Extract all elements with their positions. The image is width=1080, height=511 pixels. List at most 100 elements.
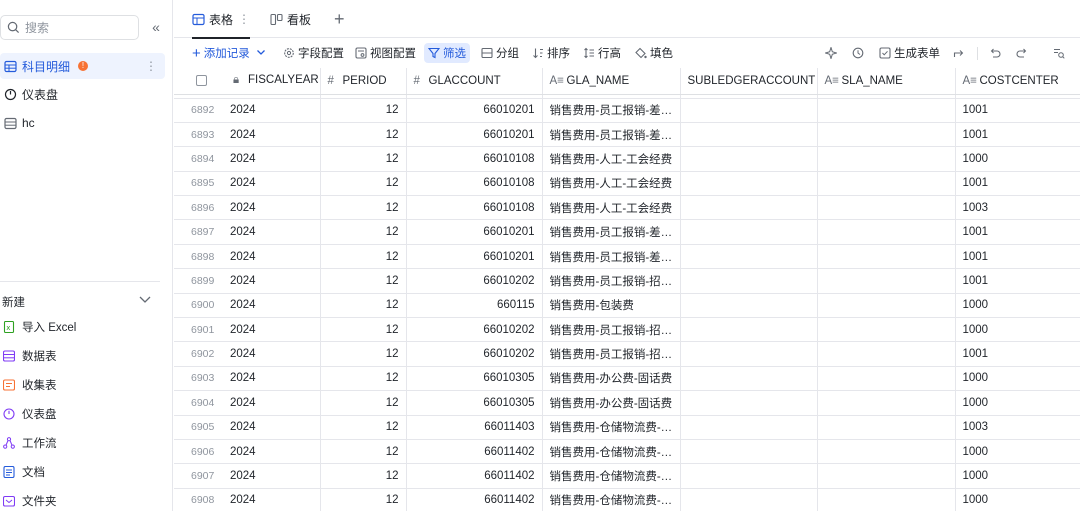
cell-fiscalyear[interactable]: 2024 bbox=[223, 415, 321, 440]
table-row[interactable]: 6901 2024 12 66010202 销售费用-员工报销-招待... 1000 bbox=[174, 317, 1080, 343]
cell-period[interactable]: 12 bbox=[320, 439, 407, 465]
cell-costcenter[interactable]: 1001 bbox=[955, 122, 1080, 148]
cell-sla-name[interactable] bbox=[817, 341, 956, 367]
cell-period[interactable]: 12 bbox=[320, 463, 407, 489]
column-header-subledgeraccount[interactable]: SUBLEDGERACCOUNT bbox=[680, 68, 818, 95]
cell-gla-name[interactable]: 销售费用-员工报销-差旅... bbox=[542, 122, 681, 148]
cell-fiscalyear[interactable]: 2024 bbox=[223, 293, 321, 319]
chevron-down-icon[interactable] bbox=[256, 47, 266, 60]
cell-costcenter[interactable]: 1001 bbox=[955, 171, 1080, 197]
new-dashboard[interactable]: 仪表盘 bbox=[3, 404, 57, 424]
cell-sla-name[interactable] bbox=[817, 195, 956, 221]
cell-sla-name[interactable] bbox=[817, 463, 956, 489]
cell-costcenter[interactable]: 1001 bbox=[955, 268, 1080, 294]
cell-subledgeraccount[interactable] bbox=[680, 293, 818, 319]
column-header-costcenter[interactable]: A≡ COSTCENTER bbox=[955, 68, 1080, 95]
sidebar-item-hc[interactable]: hc bbox=[0, 110, 165, 136]
cell-subledgeraccount[interactable] bbox=[680, 219, 818, 245]
cell-period[interactable]: 12 bbox=[320, 415, 407, 440]
cell-fiscalyear[interactable]: 2024 bbox=[223, 463, 321, 489]
table-row[interactable]: 6892 2024 12 66010201 销售费用-员工报销-差旅... 1001 bbox=[174, 98, 1080, 123]
cell-glaccount[interactable]: 66010201 bbox=[406, 244, 543, 270]
table-row[interactable]: 6906 2024 12 66011402 销售费用-仓储物流费-出... 1000 bbox=[174, 439, 1080, 465]
generate-form-button[interactable]: 生成表单 bbox=[879, 43, 940, 63]
cell-period[interactable]: 12 bbox=[320, 317, 407, 343]
cell-gla-name[interactable]: 销售费用-员工报销-招待... bbox=[542, 317, 681, 343]
cell-period[interactable]: 12 bbox=[320, 195, 407, 221]
cell-glaccount[interactable]: 66010202 bbox=[406, 268, 543, 294]
cell-subledgeraccount[interactable] bbox=[680, 415, 818, 440]
table-row[interactable]: 6907 2024 12 66011402 销售费用-仓储物流费-出... 1000 bbox=[174, 463, 1080, 489]
cell-fiscalyear[interactable]: 2024 bbox=[223, 98, 321, 123]
cell-fiscalyear[interactable]: 2024 bbox=[223, 439, 321, 465]
cell-sla-name[interactable] bbox=[817, 390, 956, 416]
cell-fiscalyear[interactable]: 2024 bbox=[223, 244, 321, 270]
cell-fiscalyear[interactable]: 2024 bbox=[223, 366, 321, 392]
cell-subledgeraccount[interactable] bbox=[680, 390, 818, 416]
more-icon[interactable]: ⋮ bbox=[145, 59, 157, 73]
find-icon[interactable] bbox=[1051, 43, 1067, 63]
new-datatable[interactable]: 数据表 bbox=[3, 346, 57, 366]
cell-costcenter[interactable]: 1000 bbox=[955, 317, 1080, 343]
cell-glaccount[interactable]: 66011402 bbox=[406, 439, 543, 465]
cell-subledgeraccount[interactable] bbox=[680, 268, 818, 294]
table-row[interactable]: 6895 2024 12 66010108 销售费用-人工-工会经费 1001 bbox=[174, 171, 1080, 197]
table-row[interactable]: 6897 2024 12 66010201 销售费用-员工报销-差旅... 1001 bbox=[174, 219, 1080, 245]
cell-sla-name[interactable] bbox=[817, 146, 956, 172]
cell-fiscalyear[interactable]: 2024 bbox=[223, 390, 321, 416]
table-row[interactable]: 6900 2024 12 660115 销售费用-包装费 1000 bbox=[174, 293, 1080, 319]
cell-sla-name[interactable] bbox=[817, 439, 956, 465]
cell-costcenter[interactable]: 1000 bbox=[955, 463, 1080, 489]
cell-glaccount[interactable]: 66011402 bbox=[406, 488, 543, 511]
cell-gla-name[interactable]: 销售费用-仓储物流费-出... bbox=[542, 463, 681, 489]
cell-period[interactable]: 12 bbox=[320, 268, 407, 294]
cell-glaccount[interactable]: 66010202 bbox=[406, 341, 543, 367]
cell-sla-name[interactable] bbox=[817, 244, 956, 270]
group-button[interactable]: 分组 bbox=[481, 43, 519, 63]
cell-glaccount[interactable]: 660115 bbox=[406, 293, 543, 319]
table-row[interactable]: 6899 2024 12 66010202 销售费用-员工报销-招待... 1001 bbox=[174, 268, 1080, 294]
cell-sla-name[interactable] bbox=[817, 268, 956, 294]
cell-sla-name[interactable] bbox=[817, 293, 956, 319]
cell-period[interactable]: 12 bbox=[320, 366, 407, 392]
cell-sla-name[interactable] bbox=[817, 366, 956, 392]
cell-sla-name[interactable] bbox=[817, 317, 956, 343]
view-config-button[interactable]: 视图配置 bbox=[355, 43, 416, 63]
redo-icon[interactable] bbox=[1014, 43, 1030, 63]
new-folder[interactable]: 文件夹 bbox=[3, 491, 57, 511]
cell-glaccount[interactable]: 66011402 bbox=[406, 463, 543, 489]
tab-kanban[interactable]: 看板 bbox=[270, 0, 311, 38]
history-icon[interactable] bbox=[850, 43, 866, 63]
cell-subledgeraccount[interactable] bbox=[680, 98, 818, 123]
share-icon[interactable] bbox=[951, 43, 967, 63]
cell-fiscalyear[interactable]: 2024 bbox=[223, 488, 321, 511]
cell-sla-name[interactable] bbox=[817, 219, 956, 245]
cell-sla-name[interactable] bbox=[817, 122, 956, 148]
cell-fiscalyear[interactable]: 2024 bbox=[223, 146, 321, 172]
table-row[interactable]: 6893 2024 12 66010201 销售费用-员工报销-差旅... 1001 bbox=[174, 122, 1080, 148]
cell-fiscalyear[interactable]: 2024 bbox=[223, 341, 321, 367]
new-form[interactable]: 收集表 bbox=[3, 375, 57, 395]
cell-gla-name[interactable]: 销售费用-人工-工会经费 bbox=[542, 171, 681, 197]
cell-costcenter[interactable]: 1001 bbox=[955, 341, 1080, 367]
column-header-gla-name[interactable]: A≡ GLA_NAME bbox=[542, 68, 681, 95]
cell-fiscalyear[interactable]: 2024 bbox=[223, 317, 321, 343]
add-record-button[interactable]: + 添加记录 bbox=[192, 43, 266, 63]
cell-gla-name[interactable]: 销售费用-办公费-固话费 bbox=[542, 390, 681, 416]
cell-gla-name[interactable]: 销售费用-包装费 bbox=[542, 293, 681, 319]
fill-color-button[interactable]: 填色 bbox=[635, 43, 673, 63]
cell-subledgeraccount[interactable] bbox=[680, 317, 818, 343]
cell-costcenter[interactable]: 1000 bbox=[955, 390, 1080, 416]
cell-period[interactable]: 12 bbox=[320, 219, 407, 245]
sidebar-item-dashboard[interactable]: 仪表盘 bbox=[0, 81, 165, 107]
table-row[interactable]: 6908 2024 12 66011402 销售费用-仓储物流费-出... 1000 bbox=[174, 488, 1080, 511]
cell-period[interactable]: 12 bbox=[320, 488, 407, 511]
cell-costcenter[interactable]: 1000 bbox=[955, 146, 1080, 172]
table-row[interactable]: 6902 2024 12 66010202 销售费用-员工报销-招待... 1001 bbox=[174, 341, 1080, 367]
cell-glaccount[interactable]: 66010108 bbox=[406, 171, 543, 197]
table-row[interactable]: 6903 2024 12 66010305 销售费用-办公费-固话费 1000 bbox=[174, 366, 1080, 392]
cell-glaccount[interactable]: 66010305 bbox=[406, 366, 543, 392]
table-row[interactable]: 6896 2024 12 66010108 销售费用-人工-工会经费 1003 bbox=[174, 195, 1080, 221]
cell-subledgeraccount[interactable] bbox=[680, 366, 818, 392]
column-header-fiscalyear[interactable]: 🔒︎ FISCALYEAR bbox=[223, 68, 321, 95]
